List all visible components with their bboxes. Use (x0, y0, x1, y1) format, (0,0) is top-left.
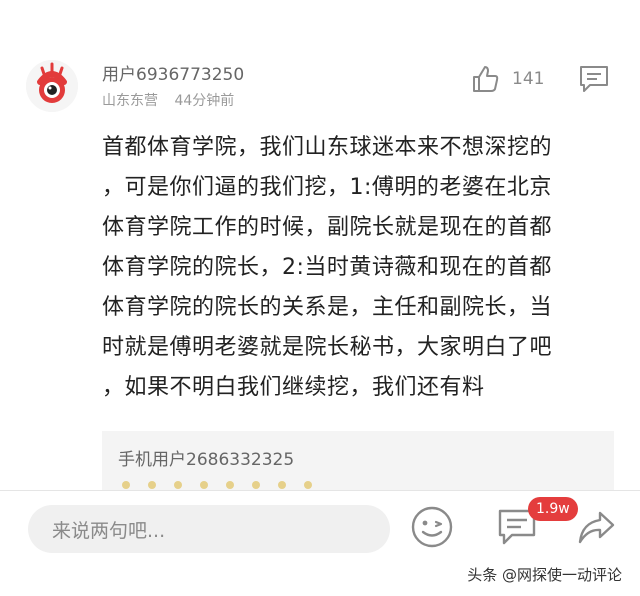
avatar[interactable] (26, 60, 78, 112)
comment-icon (580, 66, 608, 92)
emoji-dot-icon (200, 481, 208, 489)
comment-time: 44分钟前 (174, 93, 235, 109)
thumbs-up-icon (473, 66, 499, 92)
comment-input-placeholder: 来说两句吧... (52, 520, 166, 542)
comment-body: 首都体育学院，我们山东球迷本来不想深挖的 ，可是你们逼的我们挖，1:傅明的老婆在… (102, 128, 622, 408)
reply-button[interactable] (578, 64, 610, 98)
share-button[interactable] (576, 509, 616, 551)
comment-username[interactable]: 用户6936773250 (102, 60, 244, 85)
comment-body-line: 首都体育学院，我们山东球迷本来不想深挖的 (102, 135, 553, 160)
watermark: 头条 @网探使一动评论 (463, 564, 626, 585)
emoji-icon (411, 506, 453, 548)
comment-body-line: ，如果不明白我们继续挖，我们还有料 (102, 375, 485, 400)
comment-meta: 山东东营 44分钟前 (102, 90, 234, 110)
share-icon (578, 511, 615, 544)
comment-input[interactable]: 来说两句吧... (28, 505, 390, 553)
emoji-dot-icon (122, 481, 130, 489)
like-count: 141 (512, 69, 545, 89)
emoji-dot-icon (226, 481, 234, 489)
comment-body-line: 体育学院的院长，2:当时黄诗薇和现在的首都 (102, 255, 552, 280)
weibo-eye-avatar-icon (26, 60, 78, 112)
comment-body-line: 体育学院的院长的关系是，主任和副院长，当 (102, 295, 553, 320)
comment-card: 用户6936773250 山东东营 44分钟前 141 首都体育学院，我们山东球… (0, 0, 640, 490)
emoji-dot-icon (278, 481, 286, 489)
comment-body-line: 时就是傅明老婆就是院长秘书，大家明白了吧 (102, 335, 553, 360)
emoji-dot-icon (304, 481, 312, 489)
reply-preview[interactable]: 手机用户2686332325 (102, 431, 614, 490)
reply-preview-username[interactable]: 手机用户2686332325 (118, 445, 294, 470)
comment-body-line: ，可是你们逼的我们挖，1:傅明的老婆在北京 (102, 175, 552, 200)
emoji-button[interactable] (410, 505, 454, 553)
emoji-dot-icon (148, 481, 156, 489)
comment-location: 山东东营 (102, 93, 158, 109)
comment-body-line: 体育学院工作的时候，副院长就是现在的首都 (102, 215, 553, 240)
emoji-dot-icon (174, 481, 182, 489)
like-button[interactable]: 141 (470, 64, 544, 94)
emoji-dot-icon (252, 481, 260, 489)
comment-count-badge: 1.9w (528, 497, 578, 521)
reply-preview-emoji-row (122, 481, 312, 489)
